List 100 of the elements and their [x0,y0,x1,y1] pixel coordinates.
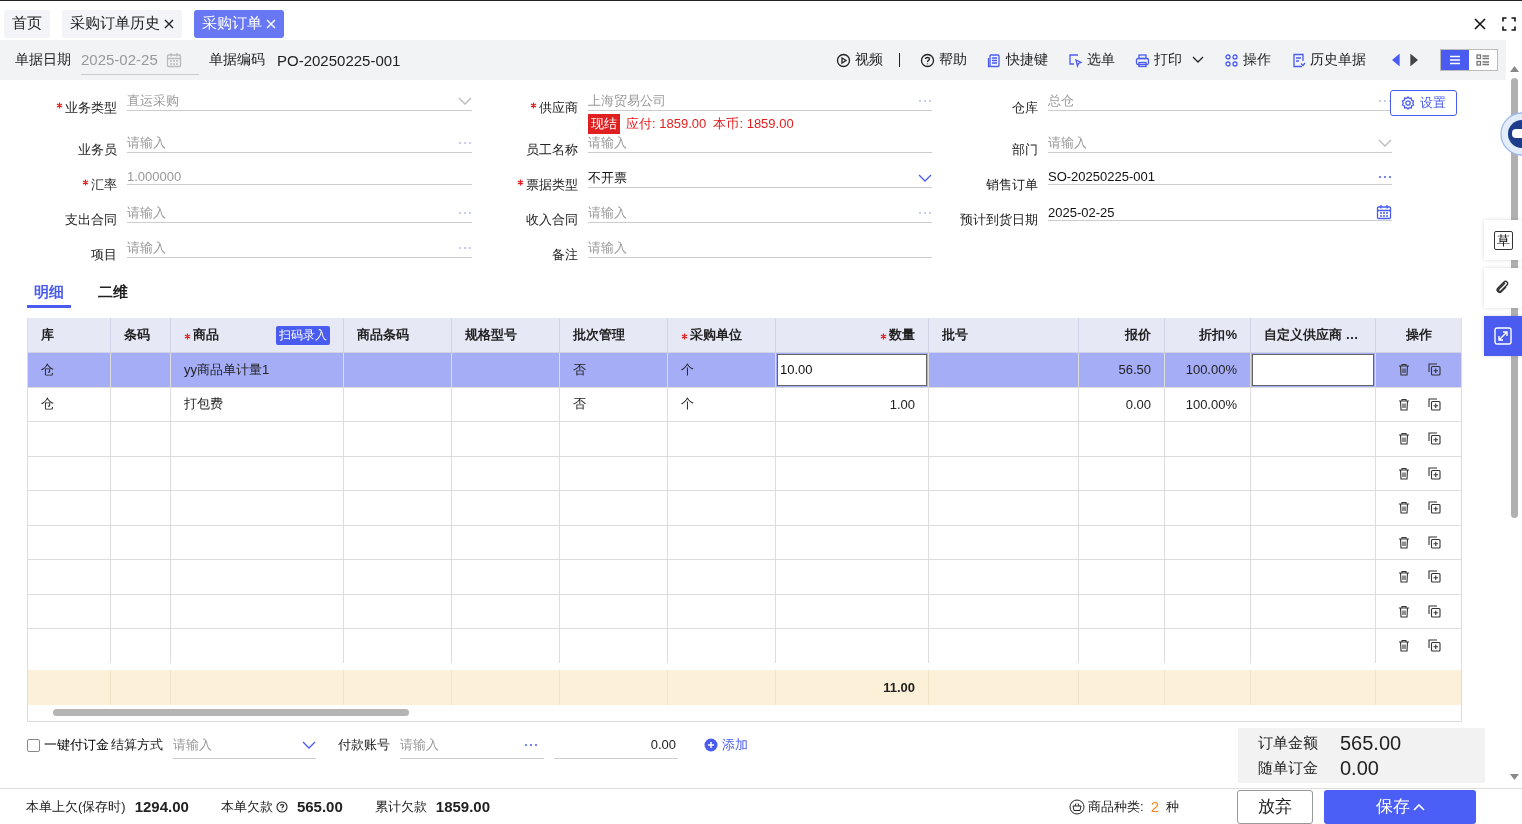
input-field[interactable]: 请输入 [588,239,932,258]
copy-icon[interactable] [1427,363,1441,377]
column-header: 库 [41,326,54,344]
grid-dots-icon [1224,52,1239,68]
trash-icon[interactable] [1397,535,1410,549]
copy-icon[interactable] [1427,604,1441,618]
view-toggle[interactable] [1469,50,1497,70]
toolbar-button[interactable]: 选单 [1058,51,1115,69]
select-field[interactable]: 请输入 [173,731,316,759]
expand-icon[interactable] [1494,327,1512,345]
cursor-icon [1068,52,1083,68]
help-icon [920,52,935,68]
basket-icon [1069,798,1086,815]
draft-button[interactable]: 草 [1493,230,1513,250]
table-cell: 100.00% [1165,353,1251,388]
field-label: 业务类型 [65,100,117,115]
scan-button[interactable]: 扫码录入 [276,325,330,345]
field-label: 收入合同 [526,212,578,227]
tab[interactable]: 采购订单 [194,9,284,38]
table-cell: 打包费 [171,387,344,422]
list-icon [1449,55,1461,65]
fullscreen-icon[interactable] [1502,16,1516,31]
trash-icon[interactable] [1397,363,1410,377]
trash-icon[interactable] [1397,639,1410,653]
column-header: 自定义供应商 … [1264,326,1359,344]
table-cell: 1.00 [776,387,929,422]
table-cell: 否 [560,353,668,388]
status-tag: 现结 [588,114,620,134]
close-icon[interactable] [1474,17,1486,30]
input-field[interactable]: 请输入 [127,204,472,223]
summary-label: 随单订金 [1258,758,1319,778]
tab[interactable]: 明细 [27,280,71,308]
input-field[interactable]: 请输入 [127,239,472,258]
toolbar-button[interactable]: 快捷键 [977,51,1048,69]
tab[interactable]: 采购订单历史 [62,9,182,38]
copy-icon[interactable] [1427,397,1441,411]
checkbox[interactable]: 一键付订金 [27,731,109,759]
copy-icon[interactable] [1427,432,1441,446]
toolbar-button[interactable]: 历史单据 [1281,51,1366,69]
amount-field[interactable]: 0.00 [554,731,678,759]
input-field[interactable]: SO-20250225-001 [1048,169,1392,185]
more-icon [918,211,932,215]
scrollbar-thumb[interactable] [53,709,409,716]
table-cell: 56.50 [1079,353,1165,388]
add-link[interactable]: 添加 [704,731,748,759]
save-button[interactable]: 保存 [1324,789,1476,824]
next-icon[interactable] [1410,54,1418,66]
field-label: 供应商 [539,100,578,115]
select-field[interactable]: 请输入 [1048,134,1392,153]
table-cell [111,525,171,560]
column-header: 商品 [193,326,219,344]
summary-label: 本单欠款 [220,797,273,816]
previous-icon[interactable] [1392,54,1400,66]
field-label: 结算方式 [111,736,163,754]
toolbar-button[interactable]: 打印 [1125,51,1204,69]
select-field[interactable]: 不开票 [588,169,932,188]
table-cell: 否 [560,387,668,422]
field-label: 单据编码 [209,51,265,69]
chevron-down-icon [918,174,932,182]
copy-icon[interactable] [1427,535,1441,549]
selected-row[interactable]: 仓 yy商品单计量1 否 个 10.00 56.50 100.00% [28,353,1461,388]
settings-button[interactable]: 设置 [1390,90,1457,116]
calendar-icon [165,51,182,68]
document-icon [987,52,1002,68]
trash-icon[interactable] [1397,466,1410,480]
printer-icon [1135,52,1150,68]
tab[interactable]: 二维 [91,280,135,308]
summary-label: 累计欠款 [374,797,427,816]
trash-icon[interactable] [1397,432,1410,446]
detail-list-icon [1476,54,1490,66]
trash-icon[interactable] [1397,570,1410,584]
field-label: 付款账号 [338,736,390,754]
more-icon [458,141,472,145]
trash-icon[interactable] [1397,397,1410,411]
copy-icon[interactable] [1427,639,1441,653]
copy-icon[interactable] [1427,570,1441,584]
toolbar-button[interactable]: 帮助 [910,51,967,69]
toolbar-button[interactable]: 操作 [1214,51,1271,69]
toolbar-button[interactable]: 视频 [826,51,883,69]
tab[interactable]: 首页 [4,9,50,38]
view-toggle[interactable] [1441,50,1469,70]
column-header: 批号 [942,326,968,344]
input-field[interactable]: 请输入 [127,134,472,153]
date-field[interactable]: 2025-02-25 [1048,204,1392,221]
amount-note: 应付: 1859.00 本币: 1859.00 [626,115,794,133]
copy-icon[interactable] [1427,501,1441,515]
more-icon [1378,174,1392,179]
summary-value: 1859.00 [435,798,491,815]
column-header: 数量 [889,326,915,344]
field-label: 部门 [1012,142,1038,157]
trash-icon[interactable] [1397,604,1410,618]
input-field[interactable]: 请输入 [400,731,544,759]
trash-icon[interactable] [1397,501,1410,515]
input-field[interactable]: 10.00 [777,353,927,386]
table-cell: 100.00% [1165,387,1251,422]
input-field[interactable]: 请输入 [588,134,932,153]
input-field[interactable]: 请输入 [588,204,932,223]
copy-icon[interactable] [1427,466,1441,480]
chevron-down-icon [1378,139,1392,147]
discard-button[interactable]: 放弃 [1237,789,1313,824]
